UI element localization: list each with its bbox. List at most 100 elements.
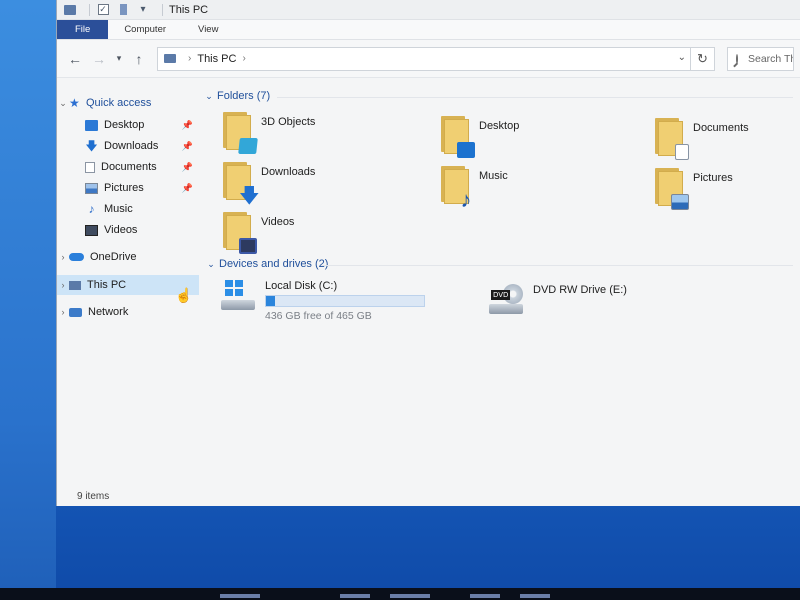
chevron-right-icon[interactable]: › (57, 307, 69, 317)
refresh-button[interactable]: ↻ (691, 46, 715, 71)
breadcrumb-chevron-icon[interactable]: › (188, 53, 191, 64)
folder-label: Videos (261, 216, 295, 228)
chevron-down-icon[interactable]: ⌄ (203, 91, 215, 102)
nav-quick-access[interactable]: ⌄ ★ Quick access (57, 93, 199, 113)
tab-view[interactable]: View (182, 20, 234, 39)
nav-label: Downloads (104, 140, 159, 152)
desktop-icon (85, 119, 98, 131)
folder-music[interactable]: ♪ Music (441, 166, 508, 211)
customize-dropdown-icon[interactable]: ▾ (136, 4, 150, 16)
breadcrumb[interactable]: This PC (197, 53, 236, 65)
nav-label: Music (104, 203, 133, 215)
back-arrow-icon[interactable]: ← (63, 51, 87, 67)
pc-icon (69, 280, 81, 290)
chevron-right-icon[interactable]: › (57, 280, 69, 290)
folder-downloads[interactable]: 🡇 Downloads (223, 162, 316, 206)
desktop-background (0, 0, 56, 600)
folder-downloads-icon: 🡇 (223, 162, 260, 206)
nav-item-network[interactable]: › Network (57, 302, 199, 322)
drive-dvd-rw-e[interactable]: DVD DVD RW Drive (E:) (489, 284, 627, 316)
breadcrumb-chevron-icon[interactable]: › (242, 53, 245, 64)
address-row: ← → ▾ ↑ › This PC › ⌄ ↻ Search Th (57, 40, 800, 78)
pin-icon: 📌 (181, 140, 193, 151)
folder-documents[interactable]: Documents (655, 118, 749, 160)
drives-group-header[interactable]: ⌄ Devices and drives (2) (205, 258, 795, 270)
folder-label: Music (479, 170, 508, 182)
folder-pictures[interactable]: Pictures (655, 168, 733, 210)
tab-computer[interactable]: Computer (108, 20, 182, 39)
pictures-icon (85, 182, 98, 194)
pc-icon[interactable] (63, 4, 77, 16)
nav-item-desktop[interactable]: Desktop 📌 (57, 115, 199, 135)
nav-label: This PC (87, 279, 127, 291)
nav-label: OneDrive (90, 251, 137, 263)
folders-group-header[interactable]: ⌄ Folders (7) (203, 90, 793, 102)
pin-icon: 📌 (181, 119, 193, 130)
pc-icon (164, 54, 176, 63)
video-icon (85, 224, 98, 236)
ribbon-tabs: File Computer View (57, 20, 800, 40)
navigation-pane: ⌄ ★ Quick access Desktop 📌 🡇 Downloads 📌… (57, 80, 199, 506)
folder-videos[interactable]: Videos (223, 212, 295, 254)
recent-locations-chevron-icon[interactable]: ▾ (111, 53, 127, 64)
window-title: This PC (169, 3, 209, 16)
nav-item-videos[interactable]: Videos (57, 220, 199, 240)
nav-label: Quick access (86, 97, 152, 109)
nav-label: Pictures (104, 182, 144, 194)
cloud-icon (69, 253, 84, 261)
explorer-body: ⌄ ★ Quick access Desktop 📌 🡇 Downloads 📌… (57, 80, 800, 506)
forward-arrow-icon[interactable]: → (87, 51, 111, 67)
nav-item-documents[interactable]: Documents 📌 (57, 157, 199, 177)
nav-item-onedrive[interactable]: › OneDrive (57, 247, 199, 267)
nav-item-downloads[interactable]: 🡇 Downloads 📌 (57, 136, 199, 156)
folder-3d-objects[interactable]: 3D Objects (223, 112, 316, 154)
chevron-down-icon[interactable]: ⌄ (205, 259, 217, 270)
drive-usage-bar (265, 295, 425, 307)
folder-desktop-icon (441, 116, 475, 158)
drive-label: Local Disk (C:) (265, 280, 338, 292)
nav-label: Documents (101, 161, 157, 173)
pin-icon: 📌 (181, 182, 193, 193)
folder-pictures-icon (655, 168, 689, 210)
nav-item-pictures[interactable]: Pictures 📌 (57, 178, 199, 198)
folder-desktop[interactable]: Desktop (441, 116, 519, 158)
nav-item-music[interactable]: ♪ Music (57, 199, 199, 219)
folder-music-icon: ♪ (441, 166, 472, 211)
file-explorer-window: ✓ ▾ This PC File Computer View ← → ▾ ↑ ›… (56, 0, 800, 506)
content-pane: ⌄ Folders (7) 3D Objects Desktop Documen… (203, 80, 800, 506)
group-title: Devices and drives (2) (219, 258, 329, 270)
folder-documents-icon (655, 118, 689, 160)
nav-label: Videos (104, 224, 138, 236)
folder-videos-icon (223, 212, 257, 254)
folder-label: Pictures (693, 172, 733, 184)
toolbar-separator (89, 3, 90, 16)
nav-label: Network (88, 306, 129, 318)
drive-usage-fill (266, 296, 276, 306)
up-arrow-icon[interactable]: ↑ (127, 51, 151, 67)
chevron-down-icon[interactable]: ⌄ (57, 98, 69, 109)
toolbar-separator (162, 3, 163, 16)
chevron-right-icon[interactable]: › (57, 252, 69, 262)
search-icon (736, 53, 738, 64)
search-placeholder: Search Th (748, 52, 794, 65)
folder-label: 3D Objects (261, 116, 316, 128)
group-title: Folders (7) (217, 90, 271, 102)
search-input[interactable]: Search Th (727, 46, 794, 71)
taskbar-edge (0, 588, 800, 600)
drive-free-space: 436 GB free of 465 GB (265, 310, 372, 322)
address-dropdown-icon[interactable]: ⌄ (678, 52, 686, 63)
group-divider (277, 97, 793, 98)
drive-label: DVD RW Drive (E:) (533, 284, 627, 296)
address-bar[interactable]: › This PC › ⌄ (157, 46, 691, 71)
nav-label: Desktop (104, 119, 145, 131)
properties-checkbox-icon[interactable]: ✓ (96, 4, 110, 16)
tab-file[interactable]: File (57, 20, 109, 39)
folder-label: Downloads (261, 166, 316, 178)
star-icon: ★ (69, 95, 80, 110)
folder-label: Documents (693, 122, 749, 134)
dvd-drive-icon: DVD (489, 284, 525, 316)
new-folder-icon[interactable] (116, 4, 130, 16)
drive-local-disk-c[interactable]: Local Disk (C:) 436 GB free of 465 GB (221, 280, 425, 322)
network-icon (69, 307, 82, 317)
pin-icon: 📌 (181, 161, 193, 172)
